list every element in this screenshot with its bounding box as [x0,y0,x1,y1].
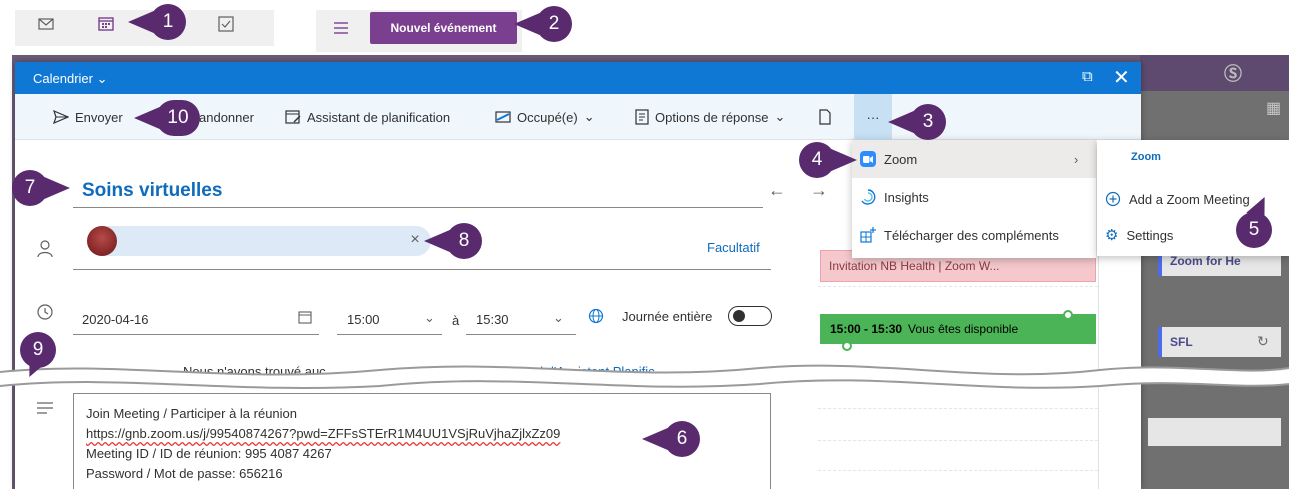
background-top-bar [1140,55,1289,91]
schedule-gridline [818,286,1098,287]
calendar-icon[interactable] [98,16,114,35]
plus-circle-icon [1105,191,1121,207]
menu-item-get-add-ins[interactable]: Télécharger des compléments [852,216,1096,254]
more-options-button[interactable]: ··· [854,94,892,140]
callout-7: 7 [12,170,76,206]
insights-icon [860,189,876,205]
mail-icon[interactable] [38,17,54,34]
chevron-right-icon: › [1074,151,1079,167]
skype-icon: Ⓢ [1224,64,1242,84]
callout-6: 6 [642,421,706,457]
callout-10: 10 [134,100,204,136]
person-icon [37,240,53,261]
callout-3: 3 [888,104,952,140]
chevron-down-icon: ⌄ [774,109,786,124]
callout-5: 5 [1236,212,1289,248]
send-button[interactable]: Envoyer [53,94,123,140]
attendee-pill[interactable] [87,226,431,256]
calendar-icon[interactable] [298,310,312,327]
add-ins-icon [860,227,876,243]
torn-edge-divider [0,364,1289,389]
scheduling-assistant-button[interactable]: Assistant de planification [285,94,450,140]
busy-status-dropdown[interactable]: Occupé(e) ⌄ [495,94,595,140]
callout-8: 8 [424,223,488,259]
schedule-gridline [818,408,1098,409]
callout-1: 1 [128,4,192,40]
menu-item-zoom[interactable]: Zoom › [852,140,1096,178]
pop-out-icon[interactable]: ⧉ [1082,68,1093,85]
background-event-bar [1148,418,1281,446]
timezone-globe-icon[interactable] [588,308,604,327]
response-icon [635,109,649,125]
gear-icon: ⚙ [1105,227,1119,244]
send-icon [53,110,69,124]
calendar-dropdown[interactable]: Calendrier ⌄ [33,71,108,87]
sync-icon: ↻ [1257,333,1269,349]
event-title-input[interactable]: Soins virtuelles [73,174,763,208]
body-line: Password / Mot de passe: 656216 [86,466,283,481]
discard-button[interactable]: andonner [199,94,254,140]
response-options-dropdown[interactable]: Options de réponse ⌄ [635,94,785,140]
callout-2: 2 [514,6,578,42]
hamburger-icon[interactable] [334,22,348,37]
clock-icon [37,304,53,323]
resize-handle-start[interactable] [842,341,852,351]
dialog-header: Calendrier ⌄ ⧉ ✕ [15,62,1141,94]
schedule-gridline [818,440,1098,441]
free-time-block[interactable]: 15:00 - 15:30 Vous êtes disponible [820,314,1096,344]
chevron-down-icon: ⌄ [424,310,435,325]
avatar [87,226,117,256]
to-label: à [452,313,460,328]
close-icon[interactable]: ✕ [1113,65,1130,90]
calendar-grid-icon: ▦ [1266,100,1282,117]
arrow-right-icon[interactable]: → [810,180,828,201]
remove-attendee-icon[interactable]: × [406,231,424,249]
all-day-toggle[interactable] [728,306,772,326]
scheduling-icon [285,110,301,124]
checkbox-icon[interactable] [218,16,234,35]
arrow-left-icon[interactable]: ← [768,180,786,201]
all-day-label: Journée entière [622,309,713,324]
schedule-gridline [818,470,1098,471]
document-icon[interactable] [819,94,831,140]
chevron-down-icon: ⌄ [583,109,595,124]
menu-item-insights[interactable]: Insights [852,178,1096,216]
date-picker[interactable]: 2020-04-16 [73,305,319,335]
callout-4: 4 [799,142,863,178]
chevron-down-icon: ⌄ [553,310,564,325]
format-lines-icon [37,402,53,417]
chevron-down-icon: ⌄ [96,71,108,86]
submenu-header: Zoom [1131,151,1161,163]
callout-9: 9 [20,332,84,368]
optional-attendees-link[interactable]: Facultatif [707,240,760,255]
resize-handle-end[interactable] [1063,310,1073,320]
new-event-button[interactable]: Nouvel événement [370,12,517,44]
status-icon [495,111,511,123]
